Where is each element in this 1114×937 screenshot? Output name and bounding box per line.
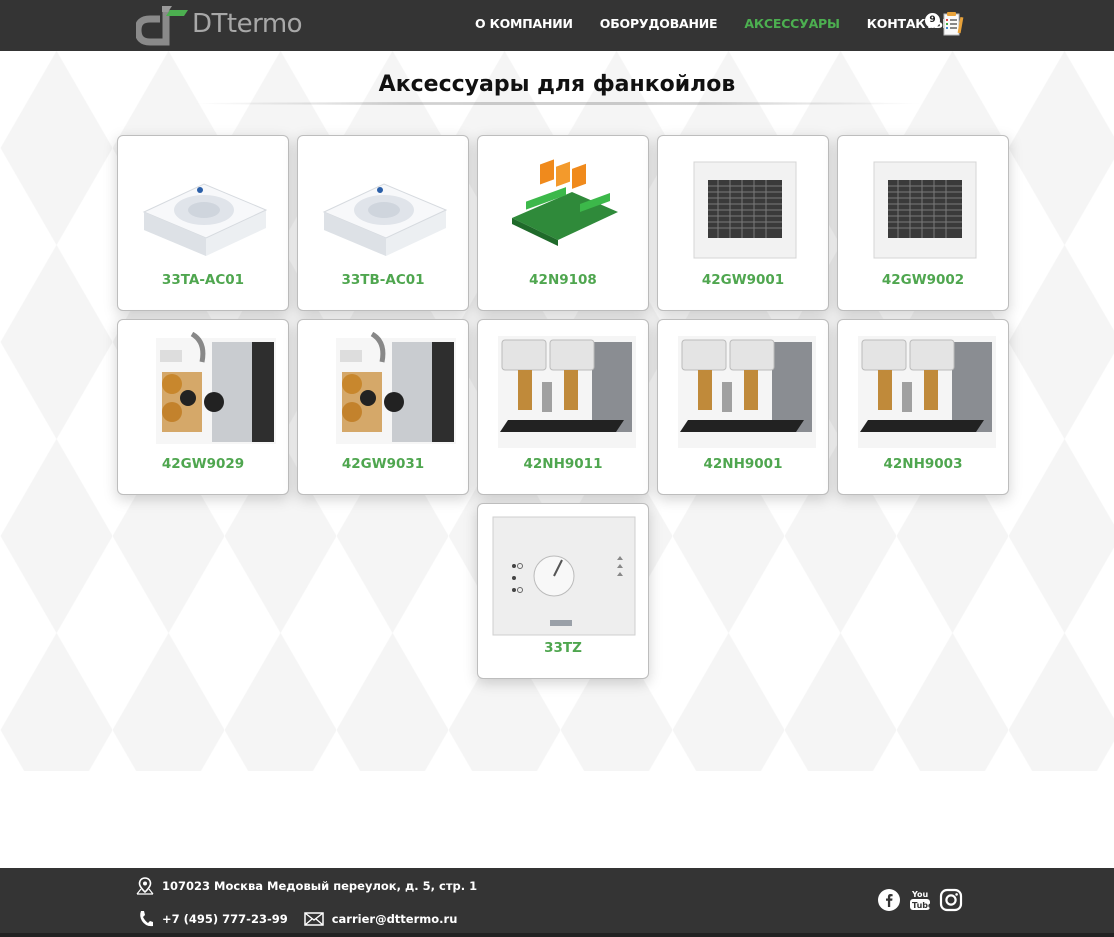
phone-link[interactable]: +7 (495) 777-23-99 xyxy=(162,912,288,926)
email-icon xyxy=(303,912,324,926)
product-label: 42N9108 xyxy=(529,272,597,288)
product-label: 42GW9031 xyxy=(341,456,425,472)
product-label: 42GW9001 xyxy=(701,272,785,288)
map-pin-icon xyxy=(136,877,154,895)
product-label: 42GW9029 xyxy=(161,456,245,472)
facebook-icon[interactable] xyxy=(877,888,901,916)
thermostat-panel-image xyxy=(312,148,456,268)
logo[interactable]: DTtermo xyxy=(134,2,303,46)
product-card[interactable]: 42NH9003 xyxy=(837,319,1009,495)
footer-bottom-bar xyxy=(0,933,1114,937)
svg-text:Tube: Tube xyxy=(912,901,931,910)
order-list-icon xyxy=(941,11,965,41)
nav-item-about[interactable]: О КОМПАНИИ xyxy=(475,16,573,31)
valve-kit-image xyxy=(312,331,456,452)
cart-button[interactable]: 9 xyxy=(925,11,967,39)
cassette-grille-image xyxy=(672,148,816,268)
product-label: 42NH9003 xyxy=(883,456,963,472)
thermostat-panel-image xyxy=(132,148,276,268)
product-card[interactable]: 42NH9011 xyxy=(477,319,649,495)
youtube-icon[interactable]: You Tube xyxy=(909,888,934,916)
product-card[interactable]: 42GW9002 xyxy=(837,135,1009,311)
social-links: You Tube xyxy=(877,888,971,916)
email-link[interactable]: carrier@dttermo.ru xyxy=(332,912,458,926)
main-nav: О КОМПАНИИ ОБОРУДОВАНИЕ АКСЕССУАРЫ КОНТА… xyxy=(475,16,973,31)
page-title: Аксессуары для фанкойлов xyxy=(378,72,736,97)
product-label: 33TA-AC01 xyxy=(161,272,245,288)
nav-item-accessories[interactable]: АКСЕССУАРЫ xyxy=(744,16,840,31)
valve-kit-image xyxy=(132,331,276,452)
cart-count-badge: 9 xyxy=(925,13,940,28)
cassette-grille-image xyxy=(852,148,996,268)
valve-actuator-image xyxy=(852,332,996,452)
product-card[interactable]: 42NH9001 xyxy=(657,319,829,495)
product-label: 33TB-AC01 xyxy=(341,272,425,288)
product-card[interactable]: 42GW9001 xyxy=(657,135,829,311)
wall-controller-image xyxy=(492,516,636,636)
svg-text:You: You xyxy=(911,890,929,899)
product-card[interactable]: 42GW9029 xyxy=(117,319,289,495)
footer-address: 107023 Москва Медовый переулок, д. 5, ст… xyxy=(136,877,477,895)
product-card[interactable]: 33TB-AC01 xyxy=(297,135,469,311)
product-label: 33TZ xyxy=(544,640,582,656)
nav-item-equipment[interactable]: ОБОРУДОВАНИЕ xyxy=(600,16,718,31)
valve-actuator-image xyxy=(492,332,636,452)
instagram-icon[interactable] xyxy=(939,888,963,916)
logo-text: DTtermo xyxy=(192,9,303,39)
address-text: 107023 Москва Медовый переулок, д. 5, ст… xyxy=(162,879,478,893)
logo-mark-icon xyxy=(134,2,188,46)
valve-actuator-image xyxy=(672,332,816,452)
product-label: 42GW9002 xyxy=(881,272,965,288)
relay-board-image xyxy=(492,148,636,268)
product-card[interactable]: 42N9108 xyxy=(477,135,649,311)
site-header: DTtermo О КОМПАНИИ ОБОРУДОВАНИЕ АКСЕССУА… xyxy=(0,0,1114,51)
background-plain xyxy=(0,771,1114,868)
product-card[interactable]: 33TZ xyxy=(477,503,649,679)
product-card[interactable]: 33TA-AC01 xyxy=(117,135,289,311)
product-label: 42NH9011 xyxy=(523,456,603,472)
title-underline xyxy=(190,102,924,105)
footer-contacts: +7 (495) 777-23-99 carrier@dttermo.ru xyxy=(138,910,457,928)
phone-icon xyxy=(140,911,153,927)
product-card[interactable]: 42GW9031 xyxy=(297,319,469,495)
product-label: 42NH9001 xyxy=(703,456,783,472)
